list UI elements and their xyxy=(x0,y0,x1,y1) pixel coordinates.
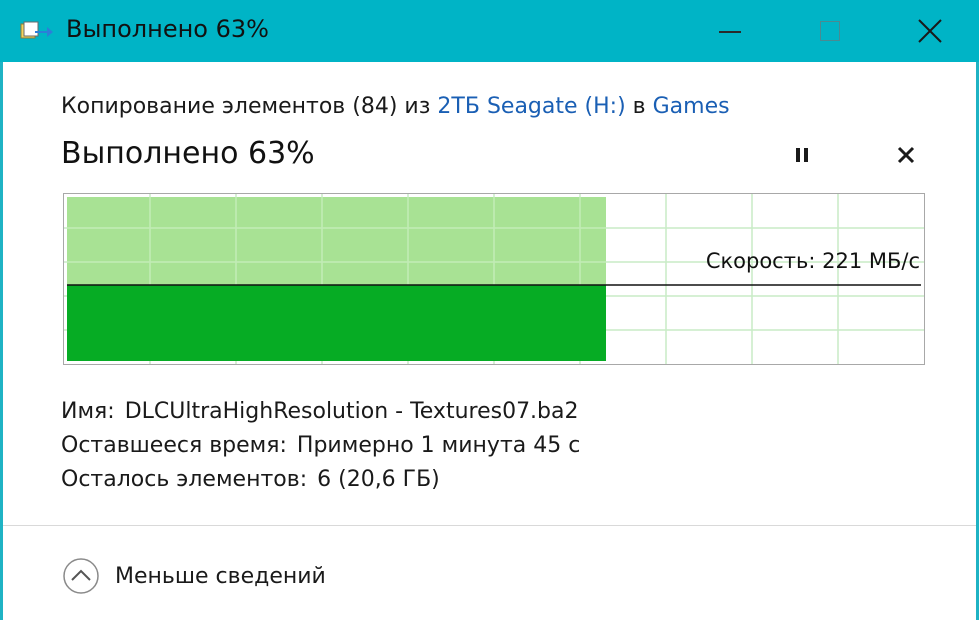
pause-button[interactable] xyxy=(787,140,817,170)
copy-middle: в xyxy=(632,94,646,119)
title-bar[interactable]: Выполнено 63% xyxy=(0,0,979,62)
destination-link[interactable]: Games xyxy=(653,94,730,119)
maximize-button[interactable] xyxy=(800,0,860,62)
less-details-button[interactable]: Меньше сведений xyxy=(61,556,326,596)
cancel-icon xyxy=(897,146,915,164)
pause-icon xyxy=(796,148,808,162)
source-link[interactable]: 2ТБ Seagate (H:) xyxy=(437,94,625,119)
progress-heading: Выполнено 63% xyxy=(61,136,315,171)
close-icon xyxy=(918,19,942,43)
copy-transfer-icon xyxy=(20,21,53,39)
copy-description: Копирование элементов (84) из 2ТБ Seagat… xyxy=(61,94,730,119)
graph-progress-fill xyxy=(67,285,606,361)
graph-history-area xyxy=(67,197,606,285)
footer-separator xyxy=(3,525,976,526)
speed-graph-canvas xyxy=(64,194,924,364)
copy-progress-window: Выполнено 63% Копирование элементов (84)… xyxy=(0,0,979,620)
items-remaining-row: Осталось элементов: 6 (20,6 ГБ) xyxy=(61,463,580,497)
copy-prefix: Копирование элементов (84) из xyxy=(61,94,431,119)
close-button[interactable] xyxy=(900,0,960,62)
window-title: Выполнено 63% xyxy=(66,15,269,43)
cancel-button[interactable] xyxy=(891,140,921,170)
minimize-icon xyxy=(719,31,741,33)
minimize-button[interactable] xyxy=(700,0,760,62)
chevron-up-circle-icon xyxy=(63,558,99,594)
speed-graph: Скорость: 221 МБ/с xyxy=(63,193,925,365)
items-remaining-label: Осталось элементов: xyxy=(61,467,308,492)
time-remaining-row: Оставшееся время: Примерно 1 минута 45 с xyxy=(61,429,580,463)
file-name-value: DLCUltraHighResolution - Textures07.ba2 xyxy=(124,399,579,424)
items-remaining-value: 6 (20,6 ГБ) xyxy=(317,467,440,492)
details-panel: Имя: DLCUltraHighResolution - Textures07.… xyxy=(61,395,580,497)
less-details-label: Меньше сведений xyxy=(115,563,326,589)
maximize-icon xyxy=(820,21,840,41)
speed-label: Скорость: 221 МБ/с xyxy=(705,249,920,273)
file-name-row: Имя: DLCUltraHighResolution - Textures07.… xyxy=(61,395,580,429)
time-remaining-value: Примерно 1 минута 45 с xyxy=(296,433,581,458)
time-remaining-label: Оставшееся время: xyxy=(61,433,287,458)
file-name-label: Имя: xyxy=(61,399,115,424)
